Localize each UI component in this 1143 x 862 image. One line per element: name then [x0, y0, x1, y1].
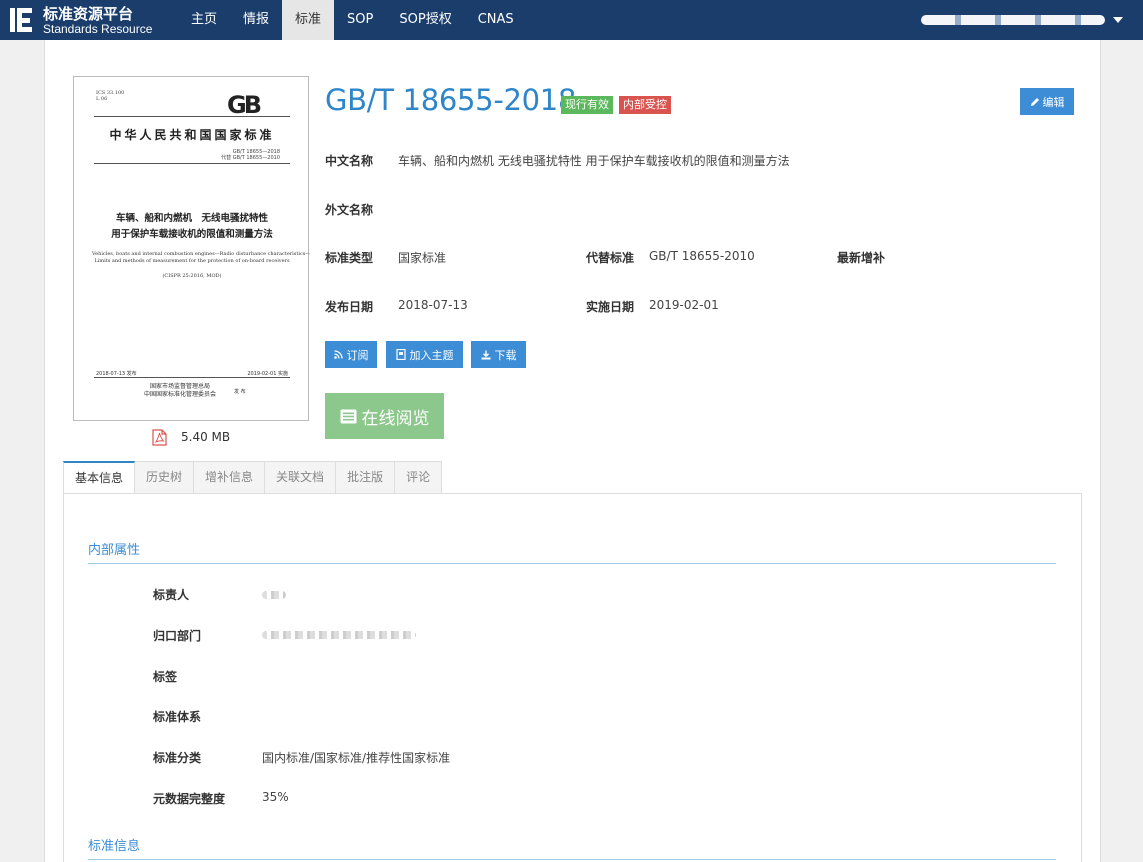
standard-cover-image[interactable]: ICS 33.100 L 06 GB 中华人民共和国国家标准 GB/T 1865…: [73, 76, 311, 421]
download-icon: [481, 350, 490, 359]
nav-item-intelligence[interactable]: 情报: [230, 0, 282, 40]
pdf-icon: [152, 428, 167, 446]
type-label: 标准类型: [325, 251, 374, 265]
department-label: 归口部门: [153, 629, 202, 643]
read-online-label: 在线阅览: [361, 408, 430, 429]
detail-tabs: 基本信息 历史树 增补信息 关联文档 批注版 评论: [63, 461, 443, 494]
system-label: 标准体系: [153, 710, 202, 724]
rss-icon: [333, 350, 343, 359]
implement-date-value: 2019-02-01: [649, 298, 719, 312]
section-divider: [88, 859, 1056, 860]
status-badge-current: 现行有效: [561, 96, 613, 114]
book-icon: [395, 349, 406, 360]
brand-logo[interactable]: 标准资源平台 Standards Resource: [8, 4, 158, 36]
category-value: 国内标准/国家标准/推荐性国家标准: [262, 751, 451, 765]
cover-dates: 2018-07-13 发布 2019-02-01 实施: [96, 370, 288, 377]
cover-rule: [94, 377, 290, 378]
nav-item-sop[interactable]: SOP: [334, 0, 386, 40]
replaces-value: GB/T 18655-2010: [649, 249, 755, 263]
tab-history-tree[interactable]: 历史树: [135, 461, 195, 494]
pencil-icon: [1030, 97, 1039, 106]
redacted-owner: [262, 591, 286, 599]
cover-standard-number: GB/T 18655—2018 代替 GB/T 18655—2010: [221, 149, 280, 161]
edit-button-label: 编辑: [1042, 95, 1065, 109]
nav-item-home[interactable]: 主页: [178, 0, 230, 40]
cover-title-en: Vehicles, boats and internal combustion …: [92, 251, 311, 264]
cover-nation-title: 中华人民共和国国家标准: [109, 128, 275, 142]
download-button[interactable]: 下载: [471, 341, 526, 368]
type-value: 国家标准: [398, 251, 447, 265]
top-navbar: 标准资源平台 Standards Resource 主页 情报 标准 SOP S…: [0, 0, 1143, 40]
section-title-standard-info: 标准信息: [88, 839, 141, 854]
latest-supplement-label: 最新增补: [837, 251, 886, 265]
implement-date-label: 实施日期: [586, 300, 635, 314]
completeness-value: 35%: [262, 790, 289, 804]
cover-modification: (CISPR 25:2016, MOD): [162, 273, 222, 279]
add-to-topic-label: 加入主题: [409, 348, 454, 362]
foreign-name-label: 外文名称: [325, 203, 374, 217]
add-to-topic-button[interactable]: 加入主题: [386, 341, 463, 368]
cn-name-label: 中文名称: [325, 154, 374, 168]
nav-item-standards[interactable]: 标准: [282, 0, 335, 40]
status-badge-controlled: 内部受控: [619, 96, 671, 114]
file-size: 5.40 MB: [181, 430, 231, 444]
category-label: 标准分类: [153, 751, 202, 765]
tab-supplements[interactable]: 增补信息: [194, 461, 266, 494]
tab-annotated[interactable]: 批注版: [336, 461, 396, 494]
cover-title-cn: 车辆、船和内燃机 无线电骚扰特性 用于保护车载接收机的限值和测量方法: [111, 213, 273, 240]
read-online-button[interactable]: 在线阅览: [325, 393, 444, 439]
nav-item-sop-auth[interactable]: SOP授权: [386, 0, 464, 40]
subscribe-label: 订阅: [346, 348, 369, 362]
cn-name-value: 车辆、船和内燃机 无线电骚扰特性 用于保护车载接收机的限值和测量方法: [398, 154, 790, 168]
user-menu[interactable]: [921, 0, 1123, 40]
chevron-down-icon: [1113, 17, 1123, 23]
main-nav: 主页 情报 标准 SOP SOP授权 CNAS: [178, 0, 527, 40]
redacted-department: [262, 631, 416, 639]
tab-comments[interactable]: 评论: [395, 461, 443, 494]
cover-ics: ICS 33.100 L 06: [96, 90, 125, 102]
list-alt-icon: [340, 409, 356, 423]
cover-implement-date: 2019-02-01 实施: [247, 371, 288, 377]
standard-code-title: GB/T 18655-2018: [325, 83, 577, 117]
subscribe-button[interactable]: 订阅: [325, 341, 377, 368]
redacted-user-name: [921, 15, 1105, 25]
brand-name-cn: 标准资源平台: [43, 5, 134, 23]
logo-icon: [10, 8, 32, 32]
cover-issuer-suffix: 发 布: [234, 389, 246, 395]
completeness-label: 元数据完整度: [153, 792, 226, 806]
cover-gb-mark: GB: [227, 91, 262, 119]
publish-date-value: 2018-07-13: [398, 298, 468, 312]
nav-item-cnas[interactable]: CNAS: [465, 0, 527, 40]
brand-name-en: Standards Resource: [43, 22, 153, 36]
tags-label: 标签: [153, 670, 178, 684]
publish-date-label: 发布日期: [325, 300, 374, 314]
tab-basic-info[interactable]: 基本信息: [63, 461, 136, 494]
cover-rule: [94, 163, 290, 164]
section-divider: [88, 563, 1056, 564]
owner-label: 标责人: [153, 588, 190, 602]
cover-rule: [94, 116, 290, 117]
edit-button[interactable]: 编辑: [1020, 88, 1074, 115]
section-title-internal: 内部属性: [88, 543, 141, 558]
replaces-label: 代替标准: [586, 251, 635, 265]
cover-issuer: 国家市场监督管理总局 中国国家标准化管理委员会: [144, 383, 217, 398]
download-label: 下载: [494, 348, 517, 362]
file-download-link[interactable]: 5.40 MB: [152, 427, 230, 447]
tab-related-docs[interactable]: 关联文档: [265, 461, 337, 494]
